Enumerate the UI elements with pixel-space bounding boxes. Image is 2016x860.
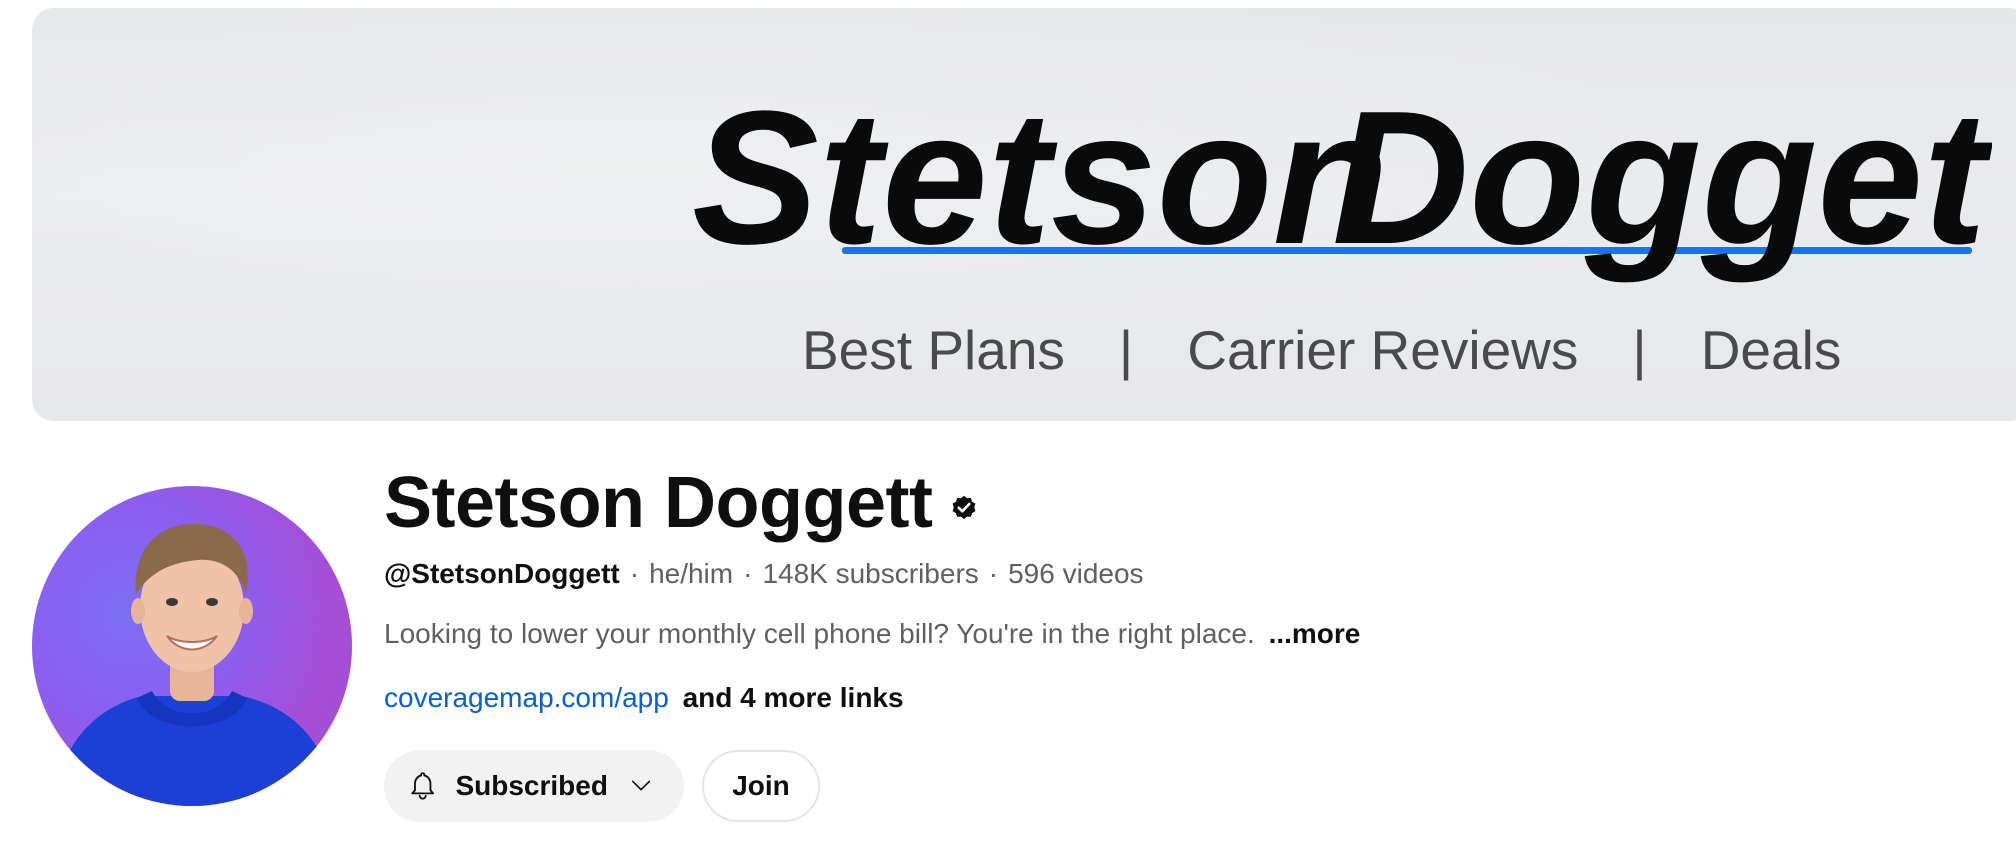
meta-separator: · [743,558,753,589]
banner-logo-first: Stetson [692,72,1389,284]
channel-description[interactable]: Looking to lower your monthly cell phone… [384,618,1984,650]
channel-pronouns: he/him [649,558,734,589]
tagline-deals: Deals [1700,319,1842,381]
channel-links: coveragemap.com/app and 4 more links [384,682,1984,714]
subscriber-count: 148K subscribers [762,558,979,589]
tagline-separator: | [1118,319,1134,381]
channel-handle[interactable]: @StetsonDoggett [384,558,620,590]
bell-icon [411,772,435,800]
video-count: 596 videos [1008,558,1144,589]
description-text: Looking to lower your monthly cell phone… [384,618,1255,649]
description-more-button[interactable]: ...more [1269,618,1361,649]
channel-link-url[interactable]: coveragemap.com/app [384,682,669,713]
meta-separator: · [988,558,999,589]
tagline-carrier-reviews: Carrier Reviews [1187,319,1579,381]
avatar-portrait-image [52,523,337,806]
join-label: Join [732,770,790,801]
meta-separator: · [629,558,640,589]
channel-avatar[interactable] [32,486,352,806]
banner-logo: Stetson Doggett [692,72,1992,284]
chevron-down-icon [631,780,651,791]
channel-info: Stetson Doggett @StetsonDoggett · he/him… [384,462,1984,714]
banner-logo-second: Doggett [1332,72,1992,284]
join-button[interactable]: Join [702,750,820,822]
channel-title-row: Stetson Doggett [384,462,1984,544]
subscribed-label: Subscribed [455,770,608,801]
channel-meta: @StetsonDoggett · he/him · 148K subscrib… [384,558,1984,590]
channel-title: Stetson Doggett [384,463,933,543]
channel-actions: Subscribed Join [384,750,820,822]
tagline-separator: | [1632,319,1647,381]
more-links-button[interactable]: and 4 more links [683,682,904,713]
channel-page: Stetson Doggett Best Plans | Carrier Rev… [0,0,2016,860]
channel-banner: Stetson Doggett Best Plans | Carrier Rev… [32,8,2016,421]
tagline-best-plans: Best Plans [802,319,1065,381]
banner-tagline: Best Plans | Carrier Reviews | Deals [802,318,1841,382]
subscribed-button[interactable]: Subscribed [384,750,684,822]
verified-check-icon [953,495,976,520]
